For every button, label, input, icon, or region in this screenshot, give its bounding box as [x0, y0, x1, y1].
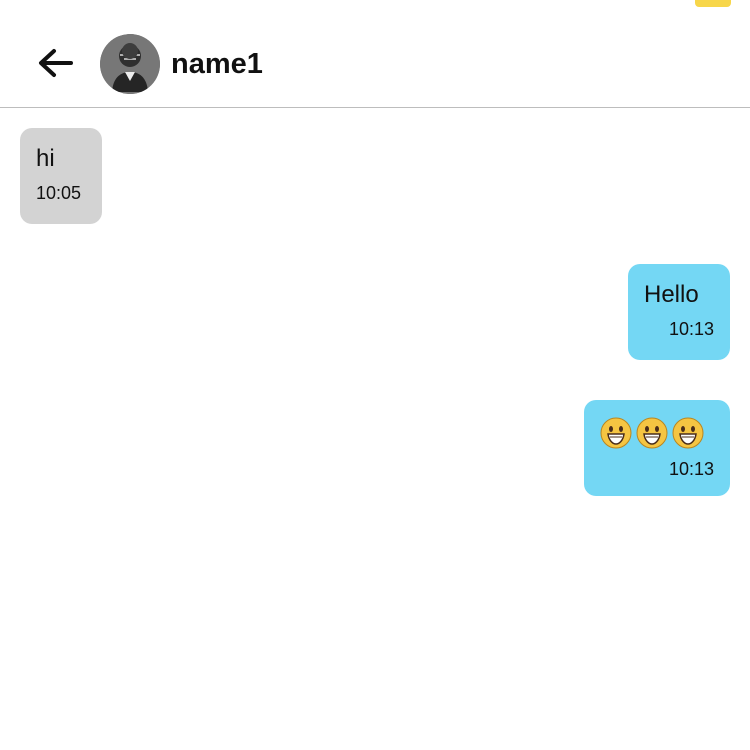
- message-text: Hello: [644, 281, 699, 308]
- grinning-face-icon: [636, 417, 668, 449]
- back-button[interactable]: [30, 40, 80, 86]
- arrow-left-icon: [39, 49, 73, 77]
- avatar[interactable]: [100, 34, 160, 94]
- message-list: hi 10:05 Hello 10:13 10:13: [0, 108, 750, 750]
- chat-header: name1: [0, 0, 750, 108]
- message-time: 10:13: [668, 319, 714, 339]
- message-bubble-outgoing[interactable]: Hello 10:13: [628, 264, 730, 360]
- message-time: 10:13: [668, 459, 714, 479]
- message-bubble-outgoing[interactable]: 10:13: [584, 400, 730, 496]
- contact-name: name1: [171, 48, 263, 80]
- message-bubble-incoming[interactable]: hi 10:05: [20, 128, 102, 224]
- contact-avatar: [100, 34, 160, 94]
- message-text: hi: [36, 145, 55, 172]
- grinning-face-icon: [672, 417, 704, 449]
- emoji-message: [600, 416, 714, 450]
- grinning-face-icon: [600, 417, 632, 449]
- message-time: 10:05: [36, 183, 82, 203]
